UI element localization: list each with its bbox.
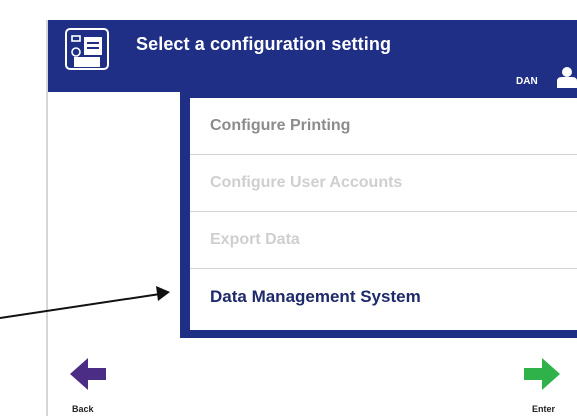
header-bar: Select a configuration setting DAN bbox=[48, 20, 577, 92]
touchscreen: Select a configuration setting DAN Confi… bbox=[46, 20, 577, 416]
menu-item-data-management-system[interactable]: Data Management System bbox=[190, 269, 577, 329]
username-label: DAN bbox=[516, 76, 538, 87]
menu-item-configure-user-accounts: Configure User Accounts bbox=[190, 155, 577, 212]
menu-item-configure-printing[interactable]: Configure Printing bbox=[190, 98, 577, 155]
configuration-menu: Configure Printing Configure User Accoun… bbox=[190, 98, 577, 330]
menu-item-export-data: Export Data bbox=[190, 212, 577, 269]
back-label: Back bbox=[72, 404, 94, 414]
back-arrow-icon bbox=[70, 358, 106, 390]
configuration-icon bbox=[65, 28, 109, 70]
back-button[interactable]: Back bbox=[68, 352, 108, 416]
page-title: Select a configuration setting bbox=[136, 34, 392, 54]
enter-arrow-icon bbox=[524, 358, 560, 390]
user-icon bbox=[557, 67, 577, 88]
enter-label: Enter bbox=[532, 404, 556, 414]
enter-button[interactable]: Enter bbox=[518, 352, 568, 416]
